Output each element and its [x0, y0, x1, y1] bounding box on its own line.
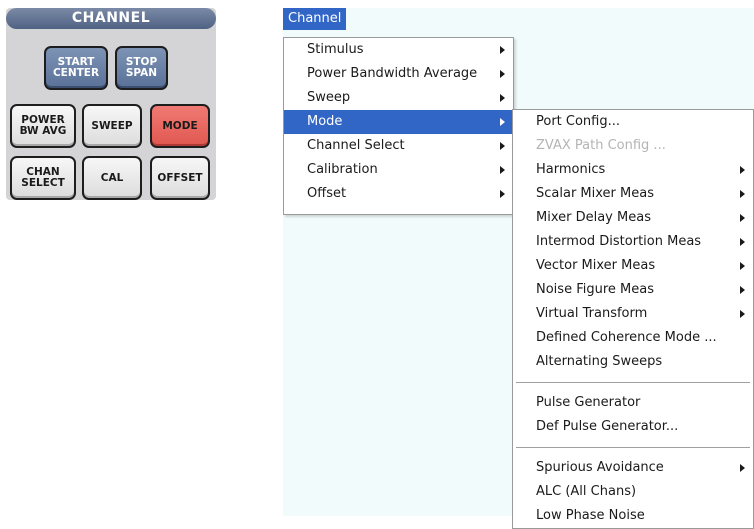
start-center-key[interactable]: START CENTER	[44, 46, 108, 90]
submenu-arrow-icon	[500, 70, 505, 78]
stop-span-key[interactable]: STOP SPAN	[115, 46, 168, 90]
menu-item-label: Mixer Delay Meas	[536, 210, 651, 225]
submenu-arrow-icon	[500, 142, 505, 150]
menu-item-port-config[interactable]: Port Config...	[513, 110, 753, 134]
menu-item-label: Calibration	[307, 162, 378, 177]
menu-item-label: Power Bandwidth Average	[307, 66, 478, 81]
menu-item-label: Pulse Generator	[536, 395, 641, 410]
menu-item-intermod-distortion-meas[interactable]: Intermod Distortion Meas	[513, 230, 753, 254]
menu-item-label: Noise Figure Meas	[536, 282, 654, 297]
menu-item-def-pulse-generator[interactable]: Def Pulse Generator...	[513, 415, 753, 439]
menu-item-label: Spurious Avoidance	[536, 460, 664, 475]
cal-key[interactable]: CAL	[82, 156, 142, 200]
channel-key-panel: CHANNEL START CENTER STOP SPAN POWER BW …	[6, 8, 216, 200]
menu-item-defined-coherence-mode[interactable]: Defined Coherence Mode ...	[513, 326, 753, 350]
menu-item-label: Virtual Transform	[536, 306, 648, 321]
menu-item-label: Sweep	[307, 90, 351, 105]
menu-item-label: Scalar Mixer Meas	[536, 186, 654, 201]
menu-item-label: ZVAX Path Config ...	[536, 138, 666, 153]
menu-item-pulse-generator[interactable]: Pulse Generator	[513, 391, 753, 415]
menu-item-vector-mixer-meas[interactable]: Vector Mixer Meas	[513, 254, 753, 278]
menu-item-label: Defined Coherence Mode ...	[536, 330, 717, 345]
menu-item-label: Def Pulse Generator...	[536, 419, 679, 434]
submenu-arrow-icon	[500, 190, 505, 198]
menu-item-label: Offset	[307, 186, 347, 201]
menu-item-label: Vector Mixer Meas	[536, 258, 656, 273]
submenu-arrow-icon	[500, 94, 505, 102]
menu-item-label: ALC (All Chans)	[536, 484, 637, 499]
menu-item-noise-figure-meas[interactable]: Noise Figure Meas	[513, 278, 753, 302]
menu-item-harmonics[interactable]: Harmonics	[513, 158, 753, 182]
chan-select-key[interactable]: CHAN SELECT	[10, 156, 76, 200]
menu-item-label: Mode	[307, 114, 343, 129]
menu-item-alternating-sweeps[interactable]: Alternating Sweeps	[513, 350, 753, 374]
menu-item-label: Channel Select	[307, 138, 405, 153]
submenu-arrow-icon	[740, 262, 745, 270]
channel-menu: Stimulus Power Bandwidth Average Sweep M…	[283, 37, 514, 215]
mode-key[interactable]: MODE	[150, 104, 210, 148]
submenu-arrow-icon	[740, 286, 745, 294]
offset-key[interactable]: OFFSET	[150, 156, 210, 200]
menu-item-spurious-avoidance[interactable]: Spurious Avoidance	[513, 456, 753, 480]
submenu-arrow-icon	[740, 214, 745, 222]
menu-item-sweep[interactable]: Sweep	[284, 86, 513, 110]
panel-title: CHANNEL	[6, 8, 216, 29]
menu-item-label: Port Config...	[536, 114, 621, 129]
submenu-arrow-icon	[500, 118, 505, 126]
menu-item-label: Intermod Distortion Meas	[536, 234, 702, 249]
menu-separator	[516, 382, 750, 383]
menu-item-mode[interactable]: Mode	[284, 110, 513, 134]
submenu-arrow-icon	[740, 166, 745, 174]
application-area: Channel Stimulus Power Bandwidth Average…	[283, 8, 754, 529]
menu-item-virtual-transform[interactable]: Virtual Transform	[513, 302, 753, 326]
power-bw-avg-key[interactable]: POWER BW AVG	[10, 104, 76, 148]
menu-item-stimulus[interactable]: Stimulus	[284, 38, 513, 62]
submenu-arrow-icon	[740, 464, 745, 472]
submenu-arrow-icon	[500, 166, 505, 174]
submenu-arrow-icon	[740, 190, 745, 198]
menu-item-power-bandwidth-average[interactable]: Power Bandwidth Average	[284, 62, 513, 86]
menu-item-label: Stimulus	[307, 42, 364, 57]
submenu-arrow-icon	[740, 238, 745, 246]
menu-item-scalar-mixer-meas[interactable]: Scalar Mixer Meas	[513, 182, 753, 206]
menu-item-alc-all-chans[interactable]: ALC (All Chans)	[513, 480, 753, 504]
menu-item-label: Harmonics	[536, 162, 606, 177]
menu-item-calibration[interactable]: Calibration	[284, 158, 513, 182]
sweep-key[interactable]: SWEEP	[82, 104, 142, 148]
mode-submenu: Port Config... ZVAX Path Config ... Harm…	[512, 109, 754, 529]
menu-item-low-phase-noise[interactable]: Low Phase Noise	[513, 504, 753, 528]
menu-item-mixer-delay-meas[interactable]: Mixer Delay Meas	[513, 206, 753, 230]
menu-item-label: Alternating Sweeps	[536, 354, 663, 369]
submenu-arrow-icon	[500, 46, 505, 54]
menubar-channel[interactable]: Channel	[283, 8, 347, 30]
menu-item-channel-select[interactable]: Channel Select	[284, 134, 513, 158]
submenu-arrow-icon	[740, 310, 745, 318]
menu-separator	[516, 447, 750, 448]
menu-item-zvax-path-config: ZVAX Path Config ...	[513, 134, 753, 158]
menu-item-offset[interactable]: Offset	[284, 182, 513, 206]
